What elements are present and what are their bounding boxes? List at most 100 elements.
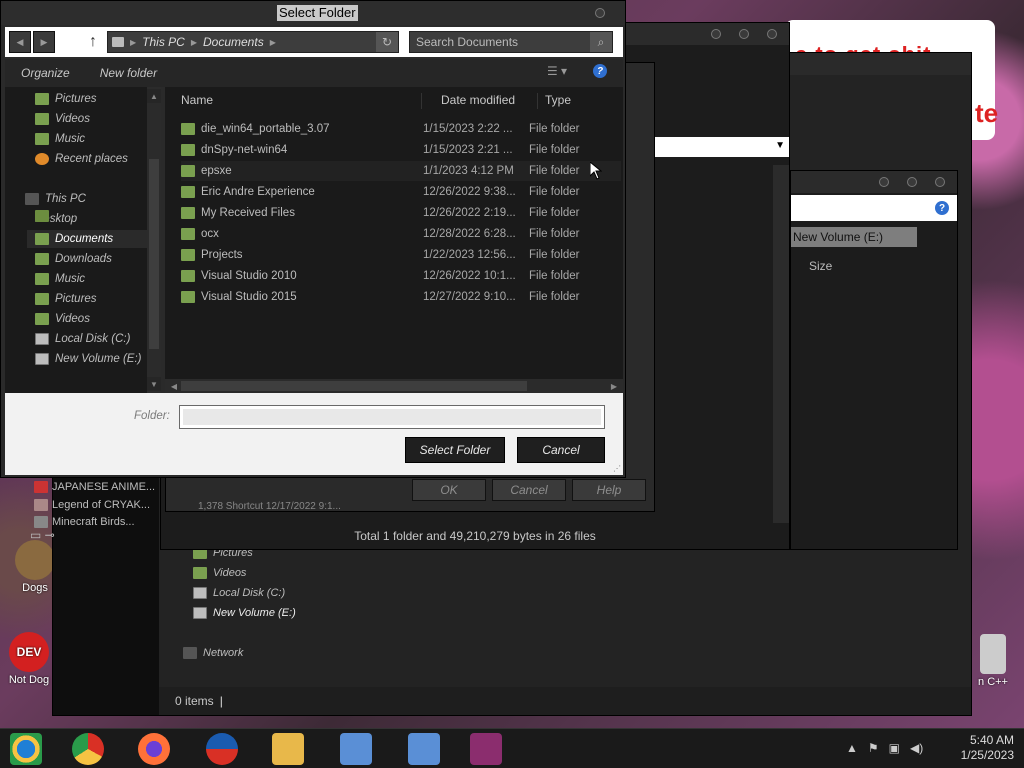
nav-item-new-volume[interactable]: New Volume (E:): [193, 603, 296, 623]
back-button[interactable]: ◀: [9, 31, 31, 53]
minimize-button[interactable]: [879, 177, 889, 187]
nav-item-desktop[interactable]: Desktop: [35, 210, 77, 228]
nav-item-network[interactable]: Network: [183, 643, 243, 663]
help-button[interactable]: Help: [572, 479, 646, 501]
search-input[interactable]: Search Documents ⌕: [409, 31, 613, 53]
folder-icon: [181, 123, 195, 135]
file-row[interactable]: Visual Studio 2010 12/26/2022 10:1... Fi…: [181, 266, 621, 286]
file-list-pane: Name Date modified Type die_win64_portab…: [165, 87, 623, 393]
file-row[interactable]: Projects 1/22/2023 12:56... File folder: [181, 245, 621, 265]
nav-item-this-pc[interactable]: This PC: [25, 190, 86, 208]
chrome-icon[interactable]: [72, 733, 104, 765]
help-icon[interactable]: ?: [593, 64, 607, 78]
file-row[interactable]: Eric Andre Experience 12/26/2022 9:38...…: [181, 182, 621, 202]
network-setup-icon[interactable]: [340, 733, 372, 765]
firefox-icon[interactable]: [138, 733, 170, 765]
volume-icon[interactable]: ◀): [910, 741, 923, 755]
ok-button[interactable]: OK: [412, 479, 486, 501]
maximize-button[interactable]: [907, 177, 917, 187]
chevron-right-icon: ▶: [190, 37, 197, 47]
file-row[interactable]: dnSpy-net-win64 1/15/2023 2:21 ... File …: [181, 140, 621, 160]
cancel-button[interactable]: Cancel: [492, 479, 566, 501]
nav-item-music-2[interactable]: Music: [35, 270, 85, 288]
vertical-scrollbar[interactable]: [773, 165, 789, 523]
column-header-type[interactable]: Type: [545, 93, 571, 109]
clock-time: 5:40 AM: [969, 733, 1014, 747]
nav-item-recent-places[interactable]: Recent places: [35, 150, 128, 168]
scrollbar-thumb[interactable]: [181, 381, 527, 391]
explorer-window-right: ? New Volume (E:) Size: [790, 170, 958, 550]
column-header-size[interactable]: Size: [809, 259, 832, 273]
file-row[interactable]: My Received Files 12/26/2022 2:19... Fil…: [181, 203, 621, 223]
scroll-left-icon[interactable]: ◀: [167, 379, 181, 393]
cancel-button[interactable]: Cancel: [517, 437, 605, 463]
chrome-canary-icon[interactable]: [10, 733, 42, 765]
up-arrow-icon[interactable]: ↑: [85, 31, 101, 53]
obama-logo-icon[interactable]: [206, 733, 238, 765]
dropdown[interactable]: ▼: [655, 137, 789, 157]
scroll-up-icon[interactable]: ▲: [147, 89, 161, 103]
select-folder-button[interactable]: Select Folder: [405, 437, 505, 463]
new-folder-button[interactable]: New folder: [100, 66, 157, 80]
nav-item-pictures-2[interactable]: Pictures: [35, 290, 97, 308]
folder-input[interactable]: [179, 405, 605, 429]
maximize-button[interactable]: [739, 29, 749, 39]
file-row[interactable]: Visual Studio 2015 12/27/2022 9:10... Fi…: [181, 287, 621, 307]
recent-places-icon: [35, 153, 49, 165]
forward-button[interactable]: ▶: [33, 31, 55, 53]
scroll-right-icon[interactable]: ▶: [607, 379, 621, 393]
tray-expand-icon[interactable]: ▲: [846, 741, 858, 755]
close-button[interactable]: [767, 29, 777, 39]
nav-item-local-disk[interactable]: Local Disk (C:): [35, 330, 130, 348]
refresh-icon[interactable]: ↻: [376, 32, 398, 52]
nav-item-new-volume[interactable]: New Volume (E:): [35, 350, 142, 368]
nav-item-pictures[interactable]: Pictures: [35, 90, 97, 108]
file-explorer-icon[interactable]: [272, 733, 304, 765]
breadcrumb[interactable]: ▶ This PC ▶ Documents ▶ ↻: [107, 31, 399, 53]
scrollbar-thumb[interactable]: [149, 159, 159, 349]
file-row[interactable]: die_win64_portable_3.07 1/15/2023 2:22 .…: [181, 119, 621, 139]
file-row[interactable]: epsxe 1/1/2023 4:12 PM File folder: [181, 161, 621, 181]
close-button[interactable]: [935, 177, 945, 187]
breadcrumb-this-pc[interactable]: This PC: [142, 35, 185, 49]
flag-icon[interactable]: ⚑: [868, 741, 879, 755]
file-row[interactable]: ocx 12/28/2022 6:28... File folder: [181, 224, 621, 244]
nav-item-local-disk[interactable]: Local Disk (C:): [193, 583, 285, 603]
command-bar: ?: [791, 195, 957, 221]
column-header-date-modified[interactable]: Date modified: [441, 93, 515, 109]
nav-item-music[interactable]: Music: [35, 130, 85, 148]
column-header-name[interactable]: Name: [181, 93, 213, 109]
red-text-fragment-2: te: [975, 98, 999, 128]
desktop-icon-not-dog[interactable]: DEV Not Dog: [2, 632, 56, 686]
organize-button[interactable]: Organize: [21, 66, 70, 80]
folder-icon: [181, 228, 195, 240]
list-item[interactable]: JAPANESE ANIME...: [34, 478, 162, 496]
horizontal-scrollbar[interactable]: ◀ ▶: [165, 379, 623, 393]
drive-icon: [35, 353, 49, 365]
nav-scrollbar[interactable]: ▲ ▼: [147, 87, 161, 393]
address-volume[interactable]: New Volume (E:): [791, 227, 917, 247]
desktop-icon-cpp[interactable]: n C++: [966, 634, 1020, 688]
resize-grip-icon[interactable]: ⋰: [613, 464, 621, 473]
help-icon[interactable]: ?: [935, 201, 949, 215]
minimize-button[interactable]: [711, 29, 721, 39]
view-options-icon[interactable]: ☰ ▾: [547, 64, 567, 78]
nav-item-videos[interactable]: Videos: [193, 563, 246, 583]
network-icon[interactable]: ▣: [889, 741, 900, 755]
folder-icon: [181, 270, 195, 282]
dialog-footer: Folder: Select Folder Cancel ⋰: [5, 393, 623, 475]
folder-icon: [181, 165, 195, 177]
breadcrumb-documents[interactable]: Documents: [203, 35, 264, 49]
nav-item-videos-2[interactable]: Videos: [35, 310, 90, 328]
scroll-down-icon[interactable]: ▼: [147, 377, 161, 391]
winrar-icon[interactable]: [470, 733, 502, 765]
nav-item-downloads[interactable]: Downloads: [35, 250, 112, 268]
folder-icon: [35, 253, 49, 265]
search-icon[interactable]: ⌕: [590, 32, 612, 52]
clock[interactable]: 5:40 AM 1/25/2023: [961, 733, 1014, 763]
nav-item-videos[interactable]: Videos: [35, 110, 90, 128]
network-setup-icon-2[interactable]: [408, 733, 440, 765]
list-item[interactable]: Legend of CRYAK...: [34, 496, 162, 514]
nav-item-documents[interactable]: Documents: [27, 230, 151, 248]
close-button[interactable]: [595, 8, 605, 18]
